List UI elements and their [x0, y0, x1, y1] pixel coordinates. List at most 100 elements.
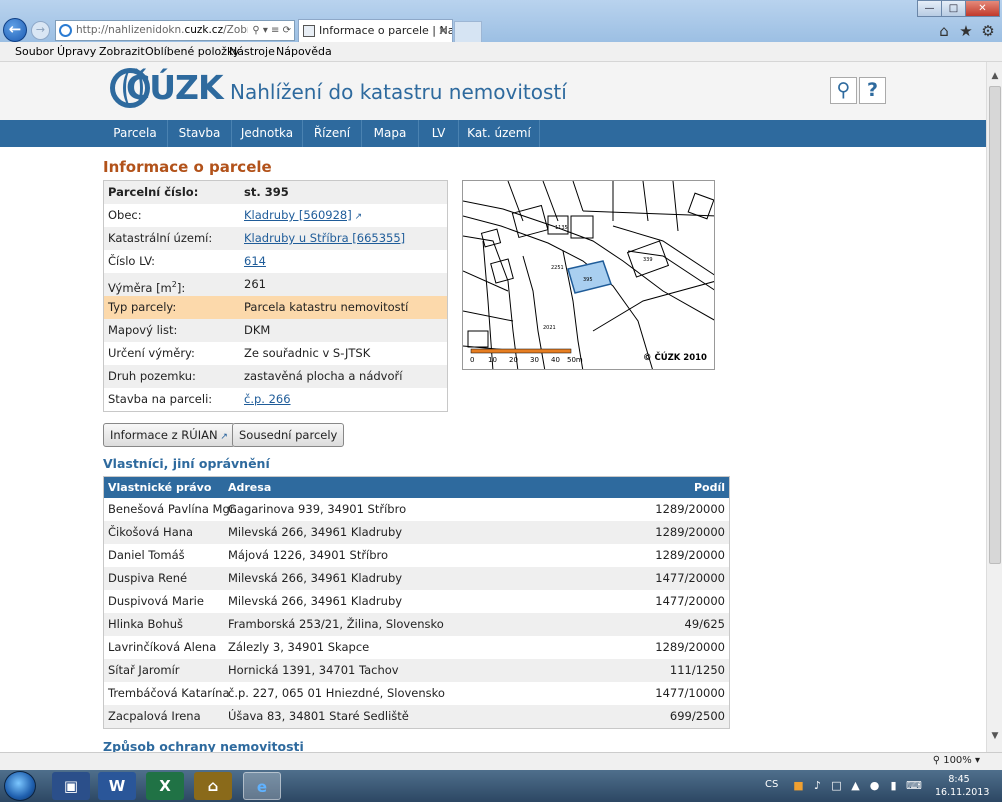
scroll-down-icon[interactable]: ▼ [989, 731, 1001, 743]
menu-nastroje[interactable]: Nástroje [229, 45, 275, 58]
maximize-button[interactable]: □ [941, 0, 966, 17]
favorites-star-icon[interactable]: ★ [956, 21, 976, 41]
home-icon[interactable]: ⌂ [934, 21, 954, 41]
label: Katastrální území: [108, 231, 213, 245]
owner-address: Milevská 266, 34961 Kladruby [228, 571, 403, 585]
help-button[interactable]: ? [859, 77, 886, 104]
owner-address: Zálezly 3, 34901 Skapce [228, 640, 370, 654]
nav-parcela[interactable]: Parcela [103, 120, 168, 147]
usb-icon[interactable]: ● [868, 779, 881, 792]
gear-icon[interactable]: ⚙ [978, 21, 998, 41]
zoom-level[interactable]: ⚲ 100% ▾ [933, 755, 980, 766]
site-header: ČÚZK Nahlížení do katastru nemovitostí ⚲… [0, 62, 986, 120]
scroll-up-icon[interactable]: ▲ [989, 71, 1001, 83]
nav-rizeni[interactable]: Řízení [303, 120, 362, 147]
excel-icon[interactable]: X [146, 772, 184, 800]
zoom-magnifier-icon: ⚲ [932, 755, 941, 766]
start-button[interactable] [4, 771, 36, 801]
value: Ze souřadnic v S-JTSK [244, 346, 371, 360]
clock[interactable]: 8:45 16.11.2013 [935, 773, 989, 799]
minimize-button[interactable]: — [917, 0, 942, 17]
new-tab-button[interactable] [454, 21, 482, 43]
katastralni-uzemi-link[interactable]: Kladruby u Stříbra [665355] [244, 227, 405, 250]
nav-kat-uzemi[interactable]: Kat. území [459, 120, 540, 147]
forward-button[interactable]: → [31, 21, 50, 40]
monitor-icon[interactable]: □ [830, 779, 843, 792]
language-indicator[interactable]: CS [765, 779, 778, 790]
save-disk-icon[interactable]: ▣ [52, 772, 90, 800]
magnifier-icon: ⚲ [836, 79, 851, 101]
address-search-refresh-icons[interactable]: ⚲ ▾ ≡ ⟳ [248, 21, 291, 40]
external-link-icon[interactable]: ↗ [352, 212, 363, 222]
owner-share: 1289/20000 [655, 525, 725, 539]
row-urceni-vymery: Určení výměry: Ze souřadnic v S-JTSK [104, 342, 447, 365]
owner-name: Benešová Pavlína Mgr. [108, 502, 238, 516]
internet-explorer-icon[interactable]: e [243, 772, 281, 800]
close-window-button[interactable]: ✕ [965, 0, 1000, 17]
value: 261 [244, 277, 266, 291]
volume-icon[interactable]: ♪ [811, 779, 824, 792]
owner-address: Framborská 253/21, Žilina, Slovensko [228, 617, 444, 631]
table-row: Čikošová Hana Milevská 266, 34961 Kladrub… [104, 521, 729, 544]
menu-oblibene[interactable]: Oblíbené položky [145, 45, 240, 58]
owner-share: 1477/20000 [655, 594, 725, 608]
scale-tick-30: 30 [530, 356, 539, 364]
row-katastralni-uzemi: Katastrální území: Kladruby u Stříbra [6… [104, 227, 447, 250]
nav-stavba[interactable]: Stavba [168, 120, 232, 147]
col-podil: Podíl [693, 481, 725, 494]
value: DKM [244, 323, 271, 337]
ruian-button[interactable]: Informace z RÚIAN ↗ [103, 423, 235, 447]
owner-share: 1289/20000 [655, 548, 725, 562]
table-row: Lavrinčíková Alena Zálezly 3, 34901 Skapc… [104, 636, 729, 659]
owner-share: 111/1250 [669, 663, 725, 677]
nav-lv[interactable]: LV [419, 120, 459, 147]
menu-soubor[interactable]: Soubor [15, 45, 54, 58]
nav-mapa[interactable]: Mapa [362, 120, 419, 147]
stavba-link[interactable]: č.p. 266 [244, 388, 291, 411]
word-icon[interactable]: W [98, 772, 136, 800]
obec-link[interactable]: Kladruby [560928] [244, 208, 352, 222]
table-row: Trembáčová Katarína č.p. 227, 065 01 Hnie… [104, 682, 729, 705]
battery-icon[interactable]: ▮ [887, 779, 900, 792]
owner-address: Úšava 83, 34801 Staré Sedliště [228, 709, 409, 723]
address-domain: cuzk.cz [184, 24, 224, 36]
browser-titlebar: ← → http://nahlizenidokn.cuzk.cz/ZobrazO… [0, 0, 1002, 43]
close-tab-icon[interactable]: ✕ [438, 20, 448, 42]
scale-tick-50m: 50m [567, 356, 583, 364]
parcel-label-1135: 1135 [555, 225, 568, 231]
owner-share: 1289/20000 [655, 502, 725, 516]
address-prefix: http://nahlizenidokn. [76, 24, 185, 36]
external-link-icon: ↗ [217, 432, 228, 442]
owners-heading: Vlastníci, jiní oprávnění [103, 456, 270, 471]
status-bar: ⚲ 100% ▾ [0, 752, 1002, 770]
network-icon[interactable]: ▲ [849, 779, 862, 792]
parcel-label-2251: 2251 [551, 265, 564, 271]
windows-taskbar: ▣ W X ⌂ e CS ■ ♪ □ ▲ ● ▮ ⌨ 8:45 16.11.20… [0, 770, 1002, 802]
label-end: ]: [176, 280, 186, 295]
vertical-scrollbar[interactable]: ▲ ▼ [986, 62, 1002, 752]
lv-link[interactable]: 614 [244, 250, 266, 273]
scroll-thumb[interactable] [989, 86, 1001, 564]
cadastral-map[interactable]: 395 339 2251 2021 1135 0 10 20 30 40 50m… [462, 180, 715, 370]
address-bar[interactable]: http://nahlizenidokn.cuzk.cz/ZobrazOb ⚲ … [55, 20, 295, 41]
owner-share: 1477/10000 [655, 686, 725, 700]
search-button[interactable]: ⚲ [830, 77, 857, 104]
owner-share: 1477/20000 [655, 571, 725, 585]
menu-upravy[interactable]: Úpravy [57, 45, 96, 58]
neighbor-parcels-button[interactable]: Sousední parcely [232, 423, 345, 447]
label: Mapový list: [108, 323, 178, 337]
home-app-icon[interactable]: ⌂ [194, 772, 232, 800]
tab-informace-o-parcele[interactable]: Informace o parcele | Nahlí... ✕ [298, 19, 453, 43]
tray-app-icon[interactable]: ■ [792, 779, 805, 792]
site-logo[interactable]: ČÚZK [126, 68, 224, 107]
keyboard-icon[interactable]: ⌨ [906, 779, 922, 792]
site-title: Nahlížení do katastru nemovitostí [230, 80, 567, 104]
nav-jednotka[interactable]: Jednotka [232, 120, 303, 147]
owner-name: Duspiva René [108, 571, 188, 585]
table-row: Zacpalová Irena Úšava 83, 34801 Staré Sed… [104, 705, 729, 728]
menu-zobrazit[interactable]: Zobrazit [99, 45, 145, 58]
arrow-left-icon: ← [8, 20, 22, 38]
owner-name: Sítař Jaromír [108, 663, 180, 677]
menu-napoveda[interactable]: Nápověda [276, 45, 332, 58]
back-button[interactable]: ← [3, 18, 27, 42]
